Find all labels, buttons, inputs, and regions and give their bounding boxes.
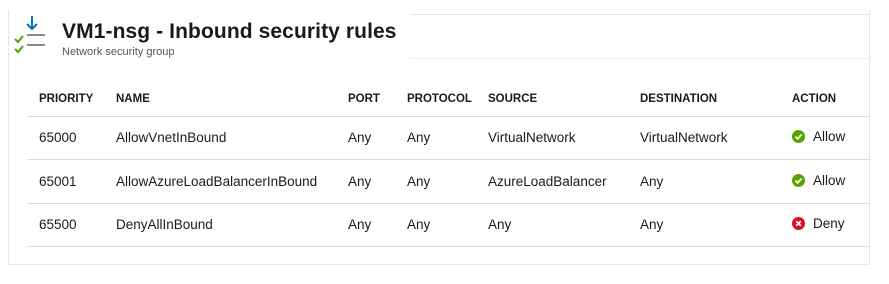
cell-priority: 65500 — [27, 203, 104, 247]
cell-destination: Any — [628, 203, 780, 247]
error-circle-icon — [792, 217, 805, 231]
blade-header: VM1-nsg - Inbound security rules Network… — [10, 8, 410, 60]
column-header-priority[interactable]: PRIORITY — [27, 82, 104, 116]
cell-action: Allow — [780, 115, 870, 160]
action-label: Deny — [813, 216, 845, 232]
cell-destination: VirtualNetwork — [628, 115, 780, 160]
column-header-source[interactable]: SOURCE — [476, 82, 628, 116]
cell-action: Deny — [780, 203, 870, 247]
table-row[interactable]: 65000 AllowVnetInBound Any Any VirtualNe… — [27, 115, 870, 160]
table-row[interactable]: 65500 DenyAllInBound Any Any Any Any Den… — [27, 203, 870, 247]
cell-protocol: Any — [395, 203, 476, 247]
cell-name: AllowVnetInBound — [104, 115, 336, 160]
action-label: Allow — [813, 129, 846, 145]
table-row[interactable]: 65001 AllowAzureLoadBalancerInBound Any … — [27, 159, 870, 204]
cell-name: AllowAzureLoadBalancerInBound — [104, 159, 336, 204]
cell-port: Any — [336, 203, 395, 247]
cell-source: VirtualNetwork — [476, 115, 628, 160]
header-divider — [407, 14, 870, 15]
cell-priority: 65001 — [27, 159, 104, 204]
column-header-destination[interactable]: DESTINATION — [628, 82, 780, 116]
header-bottom-divider — [407, 58, 870, 59]
inbound-rules-icon — [13, 14, 47, 54]
cell-port: Any — [336, 159, 395, 204]
column-header-name[interactable]: NAME — [104, 82, 336, 116]
cell-protocol: Any — [395, 115, 476, 160]
page-title: VM1-nsg - Inbound security rules — [62, 20, 397, 43]
table-header-row: PRIORITY NAME PORT PROTOCOL SOURCE DESTI… — [27, 82, 870, 116]
column-header-protocol[interactable]: PROTOCOL — [395, 82, 476, 116]
check-circle-icon — [792, 130, 805, 144]
inbound-rules-table: PRIORITY NAME PORT PROTOCOL SOURCE DESTI… — [27, 82, 870, 247]
action-label: Allow — [813, 172, 846, 188]
cell-name: DenyAllInBound — [104, 203, 336, 247]
cell-protocol: Any — [395, 159, 476, 204]
cell-destination: Any — [628, 159, 780, 204]
cell-priority: 65000 — [27, 115, 104, 160]
cell-source: AzureLoadBalancer — [476, 159, 628, 204]
cell-source: Any — [476, 203, 628, 247]
column-header-port[interactable]: PORT — [336, 82, 395, 116]
cell-port: Any — [336, 115, 395, 160]
column-header-action[interactable]: ACTION — [780, 82, 870, 116]
page-subtitle: Network security group — [62, 46, 175, 58]
cell-action: Allow — [780, 159, 870, 204]
check-circle-icon — [792, 173, 805, 187]
